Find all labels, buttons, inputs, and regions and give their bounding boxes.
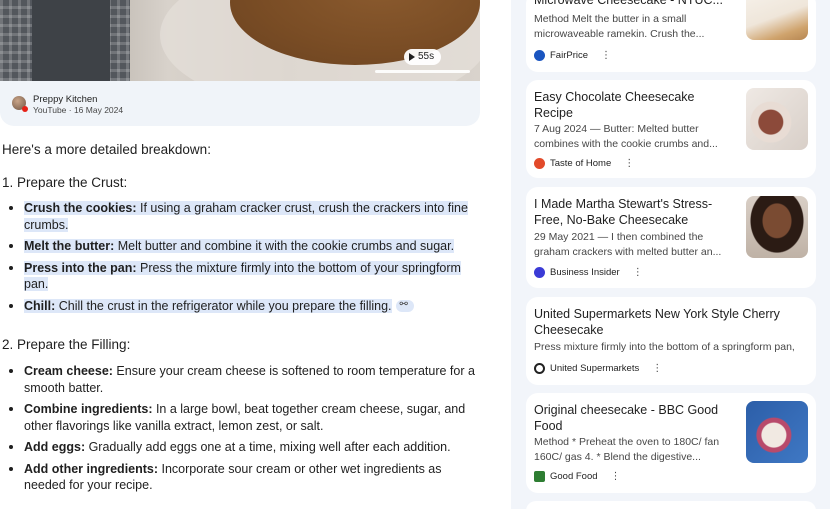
video-card[interactable]: 55s Preppy Kitchen YouTube · 16 May 2024 <box>0 0 480 126</box>
list-item: Press into the pan: Press the mixture fi… <box>0 260 478 293</box>
list-item: Crush the cookies: If using a graham cra… <box>0 200 478 233</box>
link-icon[interactable] <box>395 297 414 314</box>
source-site[interactable]: FairPrice ⋮ <box>534 50 611 61</box>
answer-intro: Here's a more detailed breakdown: <box>2 142 211 157</box>
section-heading-crust: 1. Prepare the Crust: <box>2 175 128 190</box>
crust-steps-list: Crush the cookies: If using a graham cra… <box>0 200 478 319</box>
filling-steps-list: Cream cheese: Ensure your cream cheese i… <box>0 363 478 499</box>
source-thumbnail[interactable] <box>746 401 808 463</box>
united-supermarkets-favicon-icon <box>534 363 545 374</box>
source-title[interactable]: Original cheesecake - BBC Good Food <box>534 402 734 434</box>
source-site[interactable]: United Supermarkets ⋮ <box>534 363 662 374</box>
taste-of-home-favicon-icon <box>534 158 545 169</box>
more-options-icon[interactable]: ⋮ <box>633 267 643 278</box>
source-title[interactable]: I Made Martha Stewart's Stress-Free, No-… <box>534 196 734 228</box>
list-item: Melt the butter: Melt butter and combine… <box>0 238 478 255</box>
source-site[interactable]: Good Food ⋮ <box>534 471 621 482</box>
source-card-business-insider[interactable]: I Made Martha Stewart's Stress-Free, No-… <box>526 187 816 288</box>
more-options-icon[interactable]: ⋮ <box>624 158 634 169</box>
source-site[interactable]: Business Insider ⋮ <box>534 267 643 278</box>
play-icon <box>409 53 415 61</box>
more-options-icon[interactable]: ⋮ <box>652 363 662 374</box>
source-snippet: 29 May 2021 — I then combined the graham… <box>534 231 722 258</box>
video-duration: 55s <box>418 51 435 62</box>
youtube-icon <box>22 106 28 112</box>
good-food-favicon-icon <box>534 471 545 482</box>
sources-panel: Microwave Cheesecake - NTUC... Method Me… <box>511 0 830 521</box>
list-item: Chill: Chill the crust in the refrigerat… <box>0 297 478 315</box>
source-snippet: Method * Preheat the oven to 180C/ fan 1… <box>534 436 720 463</box>
more-options-icon[interactable]: ⋮ <box>601 50 611 61</box>
source-thumbnail[interactable] <box>746 0 808 40</box>
source-card-fairprice[interactable]: Microwave Cheesecake - NTUC... Method Me… <box>526 0 816 72</box>
fairprice-favicon-icon <box>534 50 545 61</box>
source-site[interactable]: Taste of Home ⋮ <box>534 158 634 169</box>
more-options-icon[interactable]: ⋮ <box>611 471 621 482</box>
source-card-bbc-good-food[interactable]: Original cheesecake - BBC Good Food Meth… <box>526 393 816 493</box>
source-title[interactable]: Microwave Cheesecake - NTUC... <box>534 0 734 8</box>
source-thumbnail[interactable] <box>746 196 808 258</box>
source-title[interactable]: Easy Chocolate Cheesecake Recipe <box>534 89 734 121</box>
source-card-taste-of-home[interactable]: Easy Chocolate Cheesecake Recipe 7 Aug 2… <box>526 80 816 178</box>
list-item: Add eggs: Gradually add eggs one at a ti… <box>0 439 478 456</box>
source-card-united-supermarkets[interactable]: United Supermarkets New York Style Cherr… <box>526 297 816 385</box>
source-card-partial[interactable] <box>526 501 816 521</box>
list-item: Combine ingredients: In a large bowl, be… <box>0 401 478 434</box>
business-insider-favicon-icon <box>534 267 545 278</box>
video-meta: YouTube · 16 May 2024 <box>33 105 124 115</box>
source-snippet: Press mixture firmly into the bottom of … <box>534 341 795 353</box>
source-snippet: 7 Aug 2024 — Butter: Melted butter combi… <box>534 123 718 150</box>
video-thumbnail[interactable]: 55s <box>0 0 480 81</box>
video-duration-badge[interactable]: 55s <box>404 49 442 65</box>
source-title[interactable]: United Supermarkets New York Style Cherr… <box>534 306 810 338</box>
list-item: Add other ingredients: Incorporate sour … <box>0 461 478 494</box>
channel-name[interactable]: Preppy Kitchen <box>33 94 97 105</box>
source-snippet: Method Melt the butter in a small microw… <box>534 13 705 40</box>
source-thumbnail[interactable] <box>746 88 808 150</box>
list-item: Cream cheese: Ensure your cream cheese i… <box>0 363 478 396</box>
video-progress-bar <box>375 70 470 73</box>
section-heading-filling: 2. Prepare the Filling: <box>2 337 131 352</box>
